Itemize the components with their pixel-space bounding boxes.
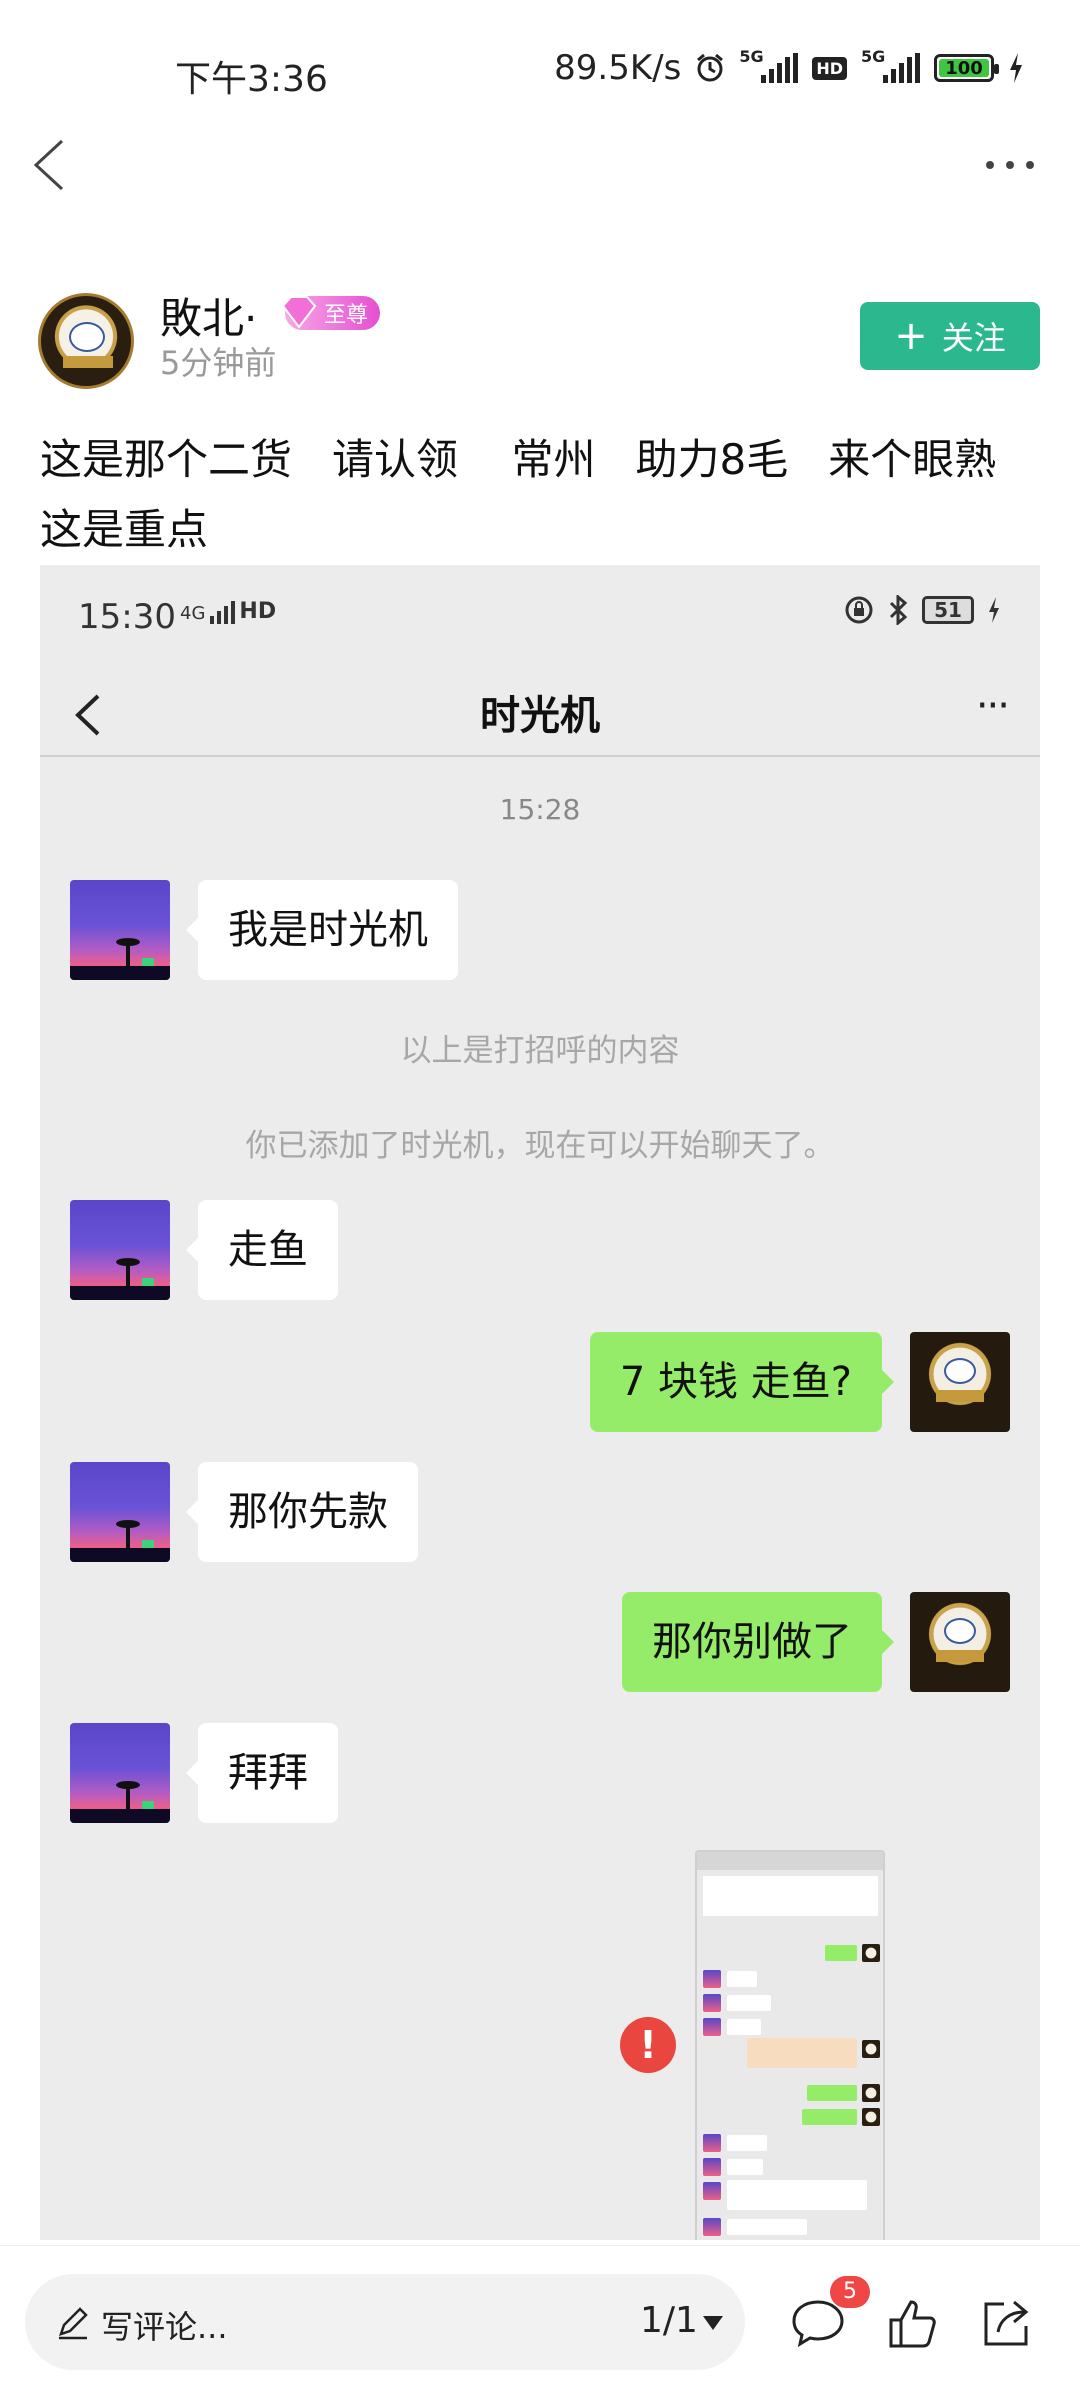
- message-bubble: 7 块钱 走鱼?: [589, 1332, 895, 1432]
- vip-badge: 至尊: [281, 296, 380, 330]
- message-bubble: 那你先款: [186, 1462, 418, 1562]
- author-name[interactable]: 敗北·: [160, 285, 257, 346]
- message-bubble: 那你别做了: [622, 1592, 894, 1692]
- more-icon: [986, 161, 1034, 169]
- lock-rotate-icon: [845, 596, 873, 624]
- contact-avatar: [70, 880, 170, 980]
- signal-5g-icon: 5G: [739, 47, 799, 83]
- shot-battery-icon: 51: [922, 596, 974, 624]
- battery-icon: 100: [934, 54, 999, 82]
- page-indicator[interactable]: 1/1: [640, 2300, 698, 2341]
- shot-signal-icons: 4G HD: [180, 599, 277, 624]
- comment-input[interactable]: 写评论... 1/1: [25, 2274, 745, 2370]
- shot-more-icon: ···: [975, 683, 1010, 729]
- chevron-left-icon: [33, 139, 64, 191]
- post-text-line-1: 这是那个二货 请认领 常州 助力8毛 来个眼熟: [40, 435, 997, 484]
- signal-5g-icon-2: 5G: [861, 47, 920, 83]
- author-avatar[interactable]: [38, 293, 134, 389]
- signal-icon: [210, 601, 236, 624]
- share-icon[interactable]: [978, 2296, 1034, 2352]
- post-text-line-2: 这是重点: [40, 505, 209, 554]
- bottom-action-bar: 写评论... 1/1 5: [0, 2245, 1080, 2400]
- caret-down-icon[interactable]: [703, 2316, 723, 2330]
- system-note: 你已添加了时光机，现在可以开始聊天了。: [245, 1128, 835, 1164]
- follow-label: 关注: [941, 319, 1006, 357]
- diamond-icon: [281, 296, 317, 329]
- chat-timestamp: 15:28: [499, 793, 581, 826]
- status-icons: 89.5K/s 5G HD 5G 100: [554, 47, 1024, 88]
- hd-icon: HD: [812, 56, 847, 80]
- contact-avatar: [70, 1462, 170, 1562]
- post-image[interactable]: 15:30 4G HD 51 时光机 ··· 15:28 我是时光机 以上是打招…: [40, 565, 1040, 2240]
- contact-avatar: [70, 1723, 170, 1823]
- more-options-button[interactable]: [980, 145, 1040, 185]
- message-bubble: 我是时光机: [186, 880, 458, 980]
- shot-right-icons: 51: [844, 595, 1000, 625]
- charging-icon: [989, 597, 999, 623]
- my-avatar: [910, 1592, 1010, 1692]
- pencil-icon: [59, 2307, 88, 2340]
- net-speed: 89.5K/s: [554, 48, 682, 88]
- charging-icon: [1010, 53, 1022, 83]
- send-failed-icon: !: [620, 2017, 676, 2073]
- image-message-thumbnail: [695, 1850, 885, 2240]
- message-bubble: 拜拜: [186, 1723, 338, 1823]
- message-bubble: 走鱼: [186, 1200, 338, 1300]
- shot-chat-title: 时光机: [480, 693, 600, 739]
- alarm-icon: [697, 53, 724, 82]
- post-text: 这是那个二货 请认领 常州 助力8毛 来个眼熟 这是重点: [40, 425, 1050, 565]
- my-avatar: [910, 1332, 1010, 1432]
- follow-button[interactable]: + 关注: [860, 302, 1040, 370]
- status-time: 下午3:36: [175, 59, 328, 100]
- status-bar: 下午3:36 89.5K/s 5G HD 5G 100: [0, 0, 1080, 140]
- shot-nav-bar: 时光机 ···: [40, 665, 1040, 757]
- comment-count-badge: 5: [830, 2276, 870, 2308]
- like-icon[interactable]: [885, 2296, 941, 2352]
- bluetooth-icon: [889, 595, 908, 625]
- back-button[interactable]: [22, 135, 82, 195]
- post-time: 5分钟前: [160, 344, 277, 382]
- comment-placeholder: 写评论...: [101, 2308, 228, 2346]
- shot-time: 15:30: [78, 597, 176, 637]
- plus-icon: +: [894, 313, 928, 359]
- contact-avatar: [70, 1200, 170, 1300]
- system-note: 以上是打招呼的内容: [400, 1033, 680, 1069]
